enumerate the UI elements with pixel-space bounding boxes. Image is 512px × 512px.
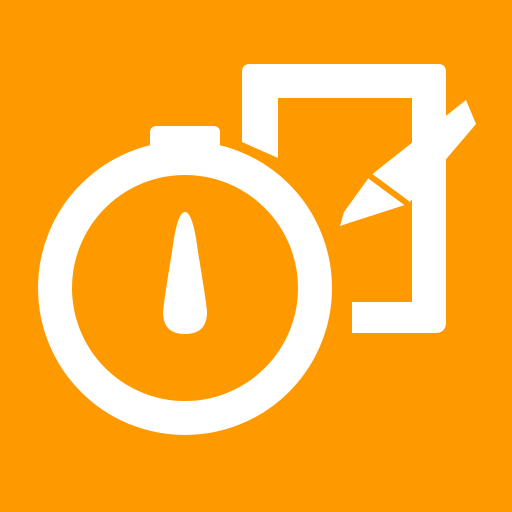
app-icon [0, 0, 512, 512]
stopwatch-notepad-icon [0, 0, 512, 512]
